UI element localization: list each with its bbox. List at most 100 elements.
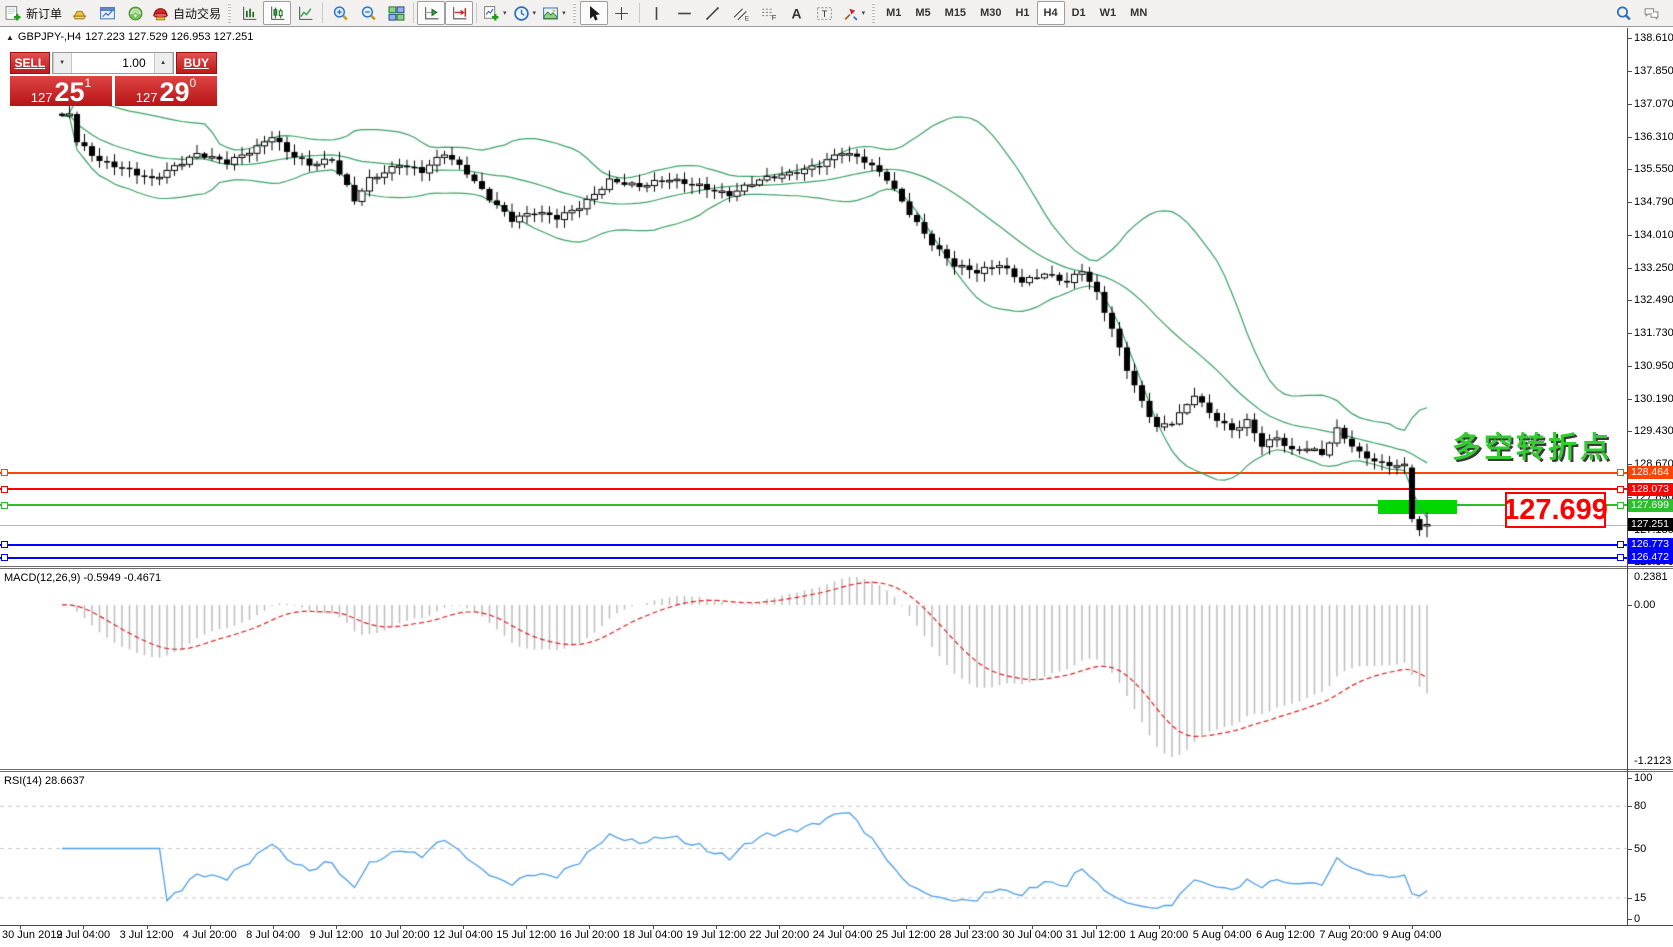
fibonacci-button[interactable]: F	[755, 1, 783, 25]
bar-chart-icon	[241, 5, 258, 22]
timeframe-m1-button[interactable]: M1	[879, 1, 908, 25]
sell-price-button[interactable]: 127251	[10, 76, 112, 106]
price-chart-plot[interactable]	[0, 28, 1627, 566]
timeframe-d1-button[interactable]: D1	[1065, 1, 1093, 25]
horizontal-line-button[interactable]	[671, 1, 699, 25]
new-order-button[interactable]: 新订单	[2, 1, 65, 25]
time-label: 15 Jul 12:00	[496, 929, 556, 941]
autotrading-button-label: 自动交易	[173, 5, 221, 22]
bar-chart-button[interactable]	[235, 1, 263, 25]
volume-decrease-button[interactable]: ▼	[53, 53, 72, 73]
zoom-in-icon	[332, 5, 349, 22]
toolbar-grip[interactable]	[571, 3, 578, 23]
volume-input[interactable]: 1.00	[72, 53, 154, 73]
indicators-icon	[483, 5, 500, 22]
crosshair-button[interactable]	[608, 1, 636, 25]
timeframe-h4-button[interactable]: H4	[1037, 1, 1065, 25]
volume-increase-button[interactable]: ▲	[154, 53, 173, 73]
trendline-button[interactable]	[699, 1, 727, 25]
bid-price-label: 127.251	[1628, 518, 1673, 531]
symbol-info: ▲ GBPJPY-,H4 127.223 127.529 126.953 127…	[6, 31, 253, 43]
chat-button[interactable]	[1637, 1, 1665, 25]
time-label: 30 Jul 04:00	[1002, 929, 1062, 941]
price-tick-label: 137.850	[1634, 65, 1673, 77]
price-tick	[1627, 300, 1632, 301]
charts-button[interactable]	[93, 1, 121, 25]
price-tick-label: 137.070	[1634, 98, 1673, 110]
zoom-in-button[interactable]	[326, 1, 354, 25]
timeframe-m5-button[interactable]: M5	[908, 1, 937, 25]
periods-button[interactable]: ▾	[510, 1, 540, 25]
timeframe-h1-button[interactable]: H1	[1008, 1, 1036, 25]
price-tick-label: 135.550	[1634, 163, 1673, 175]
templates-button[interactable]: ▾	[539, 1, 569, 25]
chart-shift-button[interactable]	[445, 1, 473, 25]
sell-button[interactable]: SELL	[10, 52, 50, 74]
line-chart-icon	[297, 5, 314, 22]
toolbar-grip[interactable]	[226, 3, 233, 23]
macd-scale-max: 0.2381	[1634, 571, 1668, 583]
crosshair-icon	[613, 5, 630, 22]
collapse-panel-icon[interactable]: ▲	[6, 33, 14, 42]
zoom-out-button[interactable]	[354, 1, 382, 25]
time-label: 28 Jul 23:00	[939, 929, 999, 941]
autotrading-button[interactable]: 自动交易	[149, 1, 224, 25]
equidistant-channel-button[interactable]: E	[727, 1, 755, 25]
price-tick	[1627, 464, 1632, 465]
periods-icon	[513, 5, 530, 22]
timeframe-m15-button[interactable]: M15	[938, 1, 973, 25]
signals-button[interactable]	[121, 1, 149, 25]
text-button[interactable]: A	[783, 1, 811, 25]
time-label: 9 Aug 04:00	[1383, 929, 1442, 941]
chat-icon	[1643, 5, 1660, 22]
toolbar-separator	[639, 3, 640, 23]
price-tick-label: 138.610	[1634, 32, 1673, 44]
channel-icon: E	[732, 5, 749, 22]
timeframe-m30-button[interactable]: M30	[973, 1, 1008, 25]
price-tick	[1627, 38, 1632, 39]
toolbar-grip[interactable]	[870, 3, 877, 23]
chevron-down-icon: ▾	[533, 9, 537, 17]
vertical-line-button[interactable]	[643, 1, 671, 25]
price-tick-label: 130.950	[1634, 360, 1673, 372]
turning-point-annotation[interactable]: 多空转折点	[1452, 424, 1612, 466]
timeframe-mn-button[interactable]: MN	[1123, 1, 1154, 25]
auto-scroll-button[interactable]	[417, 1, 445, 25]
price-tick	[1627, 333, 1632, 334]
chevron-down-icon: ▾	[503, 9, 507, 17]
tile-windows-button[interactable]	[382, 1, 410, 25]
toolbar-separator	[476, 3, 477, 23]
toolbar-separator	[322, 3, 323, 23]
rsi-scale-label: 50	[1634, 843, 1646, 855]
label-button[interactable]: T	[811, 1, 839, 25]
chevron-down-icon: ▾	[862, 9, 866, 17]
mt4-window: 新订单自动交易▾▾▾EFAT▾M1M5M15M30H1H4D1W1MN 138.…	[0, 0, 1673, 947]
indicators-button[interactable]: ▾	[480, 1, 510, 25]
candlestick-button[interactable]	[263, 1, 291, 25]
time-label: 3 Jul 12:00	[120, 929, 174, 941]
time-label: 5 Aug 04:00	[1193, 929, 1252, 941]
rsi-plot[interactable]	[0, 772, 1627, 925]
search-button[interactable]	[1609, 1, 1637, 25]
time-label: 2 Jul 04:00	[56, 929, 110, 941]
price-tick-label: 136.310	[1634, 131, 1673, 143]
resistance-line-lower-price-label: 128.073	[1628, 483, 1673, 496]
buy-price-pip: 0	[190, 77, 197, 89]
one-click-trading-panel: SELL ▼ 1.00 ▲ BUY 127251 127290	[10, 52, 217, 106]
autoscroll-icon	[423, 5, 440, 22]
time-label: 24 Jul 04:00	[813, 929, 873, 941]
price-tick	[1627, 431, 1632, 432]
buy-button[interactable]: BUY	[176, 52, 217, 74]
buy-price-button[interactable]: 127290	[115, 76, 217, 106]
chart-window[interactable]: 138.610137.850137.070136.310135.550134.7…	[0, 28, 1673, 947]
cursor-button[interactable]	[580, 1, 608, 25]
rsi-tick	[1627, 849, 1632, 850]
macd-plot[interactable]	[0, 569, 1627, 769]
line-chart-button[interactable]	[291, 1, 319, 25]
timeframe-w1-button[interactable]: W1	[1093, 1, 1124, 25]
symbol-title: GBPJPY-,H4	[18, 31, 81, 43]
time-label: 16 Jul 20:00	[559, 929, 619, 941]
price-callout-box[interactable]: 127.699	[1505, 492, 1606, 528]
market-button[interactable]	[65, 1, 93, 25]
arrows-button[interactable]: ▾	[839, 1, 869, 25]
